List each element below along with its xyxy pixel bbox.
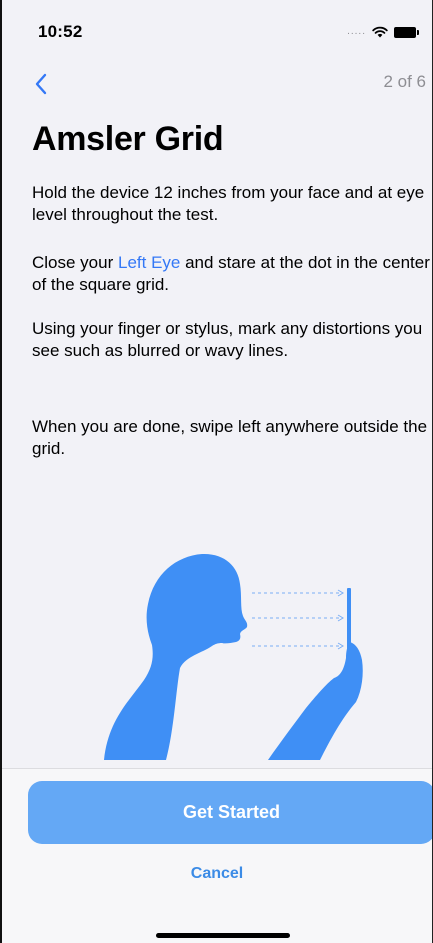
step-indicator: 2 of 6 — [383, 72, 426, 91]
navigation-bar: 2 of 6 — [2, 64, 432, 104]
action-footer: Get Started Cancel — [2, 768, 432, 943]
get-started-button[interactable]: Get Started — [28, 781, 432, 844]
phone-screen: 10:52 ..... 2 of 6 Amsler Grid Hold the … — [0, 0, 433, 943]
home-indicator[interactable] — [156, 933, 290, 938]
page-title: Amsler Grid — [32, 120, 224, 158]
wifi-icon — [372, 26, 388, 38]
instruction-swipe: When you are done, swipe left anywhere o… — [32, 417, 428, 458]
hand-silhouette-icon — [268, 642, 363, 760]
left-eye-link: Left Eye — [117, 253, 181, 272]
handheld-device — [347, 588, 351, 650]
head-silhouette-icon — [104, 553, 248, 760]
instruction-close-eye-prefix: Close your — [32, 253, 118, 272]
instruction-distance: Hold the device 12 inches from your face… — [32, 183, 425, 224]
battery-icon — [394, 26, 419, 38]
status-icons: ..... — [347, 25, 419, 39]
status-bar: 10:52 ..... — [2, 0, 432, 60]
instruction-close-eye: Close your Left Eye and stare at the dot… — [32, 252, 432, 296]
back-chevron-icon[interactable] — [32, 70, 52, 98]
cancel-button[interactable]: Cancel — [2, 865, 432, 883]
status-time: 10:52 — [38, 22, 83, 41]
person-holding-device-illustration — [104, 553, 363, 760]
instruction-mark-distortions: Using your finger or stylus, mark any di… — [32, 319, 423, 360]
cellular-signal-icon: ..... — [347, 26, 366, 37]
